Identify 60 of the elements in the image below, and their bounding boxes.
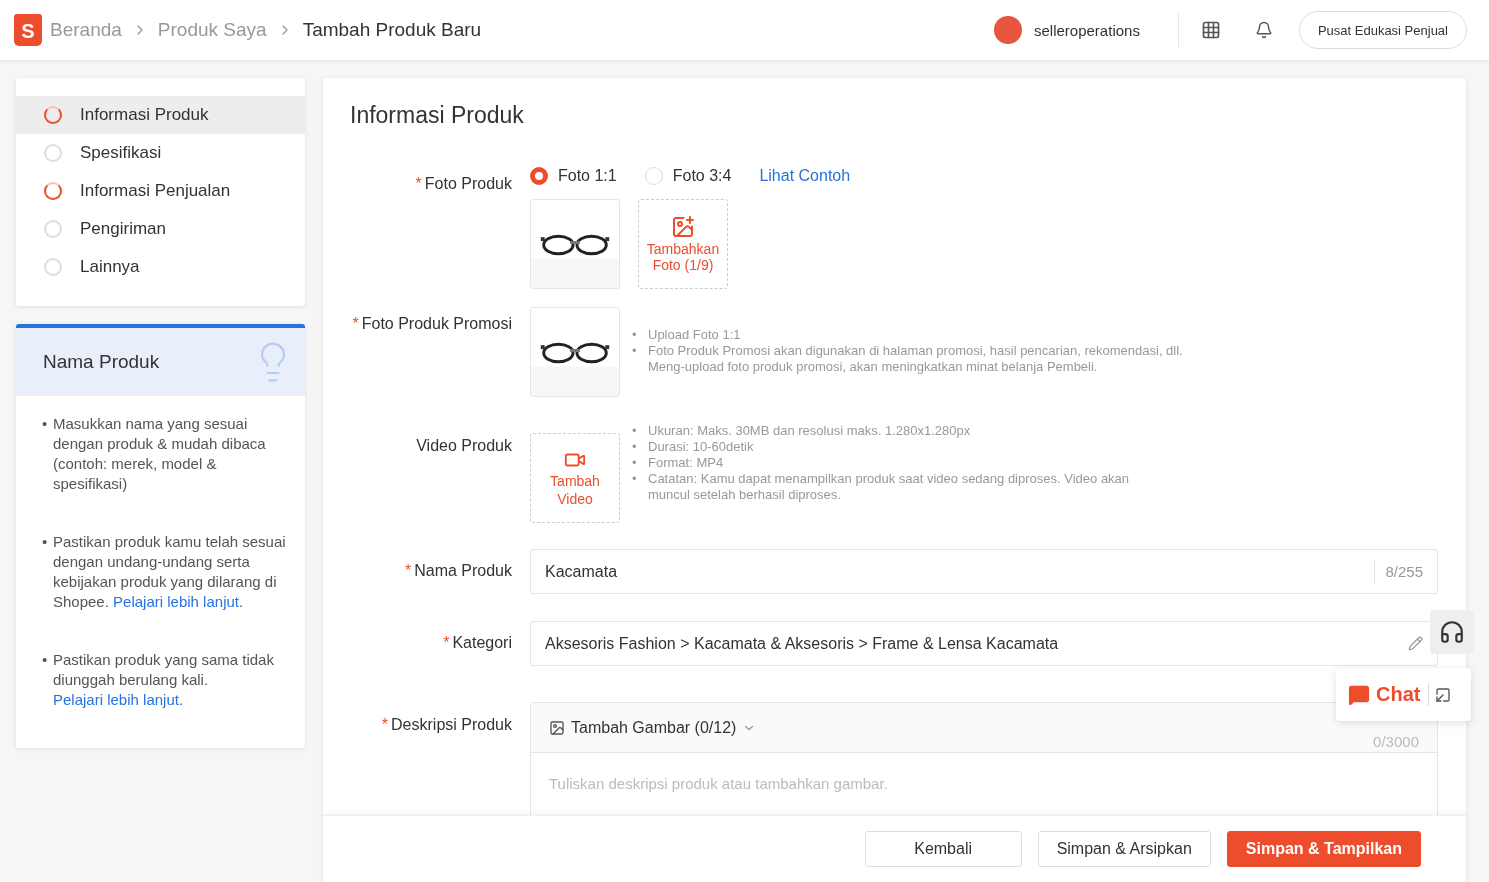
step-item[interactable]: Informasi Produk	[16, 96, 305, 134]
required-mark: *	[404, 562, 412, 579]
promo-photo-notes: • Upload Foto 1:1 • Foto Produk Promosi akan digunakan di halaman promosi, hasil pencarian, rekomendasi, dll. Meng-upload foto produk promosi, akan meningkatkan minat belanja Pembeli.	[631, 327, 1184, 376]
field-label: * Deskripsi Produk	[380, 715, 512, 735]
expand-icon[interactable]	[1435, 686, 1452, 703]
headset-icon	[1439, 619, 1465, 645]
example-link[interactable]: Lihat Contoh	[759, 167, 851, 185]
chat-bubble-icon	[1348, 683, 1370, 706]
image-plus-icon	[671, 215, 695, 239]
shop-logo[interactable]: S	[14, 14, 42, 46]
required-mark: *	[415, 175, 422, 192]
step-item[interactable]: Lainnya	[16, 248, 305, 286]
field-label: * Nama Produk	[403, 561, 512, 581]
field-label: * Kategori	[442, 633, 512, 653]
learn-more-link[interactable]: Pelajari lebih lanjut	[113, 593, 239, 610]
product-name-field[interactable]: Kacamata 8/255	[530, 549, 1438, 594]
step-label: Informasi Penjualan	[80, 181, 231, 201]
avatar[interactable]	[994, 16, 1022, 44]
field-label: Video Produk	[415, 436, 512, 456]
add-video-button[interactable]: Tambah Video	[530, 433, 620, 523]
support-button[interactable]	[1430, 610, 1474, 654]
video-notes: • Ukuran: Maks. 30MB dan resolusi maks. 1.280x1.280px • Durasi: 10-60detik • Format: MP4 • Catatan: Kamu dapat menampilkan produk saat video sedang diproses. Video akan muncul setelah berhasil diproses.	[631, 423, 1131, 504]
step-label: Pengiriman	[80, 219, 166, 239]
character-counter: 0/3000	[1373, 733, 1419, 750]
section-title: Informasi Produk	[350, 102, 525, 129]
description-editor[interactable]: Tambah Gambar (0/12) 0/3000 Tuliskan deskripsi produk atau tambahkan gambar.	[530, 702, 1438, 815]
username[interactable]: selleroperations	[1034, 21, 1140, 39]
footer-button[interactable]: Simpan & Arsipkan	[1037, 831, 1211, 867]
step-item[interactable]: Informasi Penjualan	[16, 172, 305, 210]
image-icon	[549, 719, 565, 736]
add-image-button[interactable]: Tambah Gambar (0/12)	[549, 718, 757, 737]
tip-text: • Pastikan produk yang sama tidak diunggah berulang kali. Pelajari lebih lanjut.	[41, 650, 275, 710]
step-item[interactable]: Spesifikasi	[16, 134, 305, 172]
edit-icon[interactable]	[1408, 636, 1423, 651]
learn-more-link[interactable]: Pelajari lebih lanjut	[53, 691, 179, 708]
ratio-radio[interactable]: Foto 1:1	[530, 167, 617, 185]
tips-title: Nama Produk	[43, 351, 160, 373]
apps-grid-icon[interactable]	[1200, 20, 1221, 40]
required-mark: *	[352, 315, 359, 332]
tip-text: • Pastikan produk kamu telah sesuai dengan undang-undang serta kebijakan produk yang dilarang di Shopee. Pelajari lebih lanjut.	[41, 532, 287, 612]
education-center-button[interactable]: Pusat Edukasi Penjual	[1298, 11, 1467, 49]
step-label: Informasi Produk	[80, 105, 209, 125]
step-item[interactable]: Pengiriman	[16, 210, 305, 248]
radio-icon[interactable]	[530, 167, 548, 185]
character-counter: 8/255	[1374, 558, 1423, 585]
chat-button[interactable]: Chat	[1348, 683, 1430, 706]
category-field[interactable]: Aksesoris Fashion > Kacamata & Aksesoris > Frame & Lensa Kacamata	[530, 621, 1438, 666]
description-placeholder: Tuliskan deskripsi produk atau tambahkan gambar.	[548, 774, 889, 794]
required-mark: *	[381, 716, 389, 733]
ratio-radio[interactable]: Foto 3:4	[644, 167, 732, 185]
step-label: Lainnya	[80, 257, 140, 277]
required-mark: *	[443, 634, 450, 651]
footer-button[interactable]: Kembali	[864, 831, 1022, 867]
add-photo-button[interactable]: Tambahkan Foto (1/9)	[638, 199, 728, 289]
notification-bell-icon[interactable]	[1254, 21, 1273, 39]
field-label: * Foto Produk	[414, 174, 512, 194]
tip-text: • Masukkan nama yang sesuai dengan produk & mudah dibaca (contoh: merek, model & spesifikasi)	[41, 414, 267, 494]
field-label: * Foto Produk Promosi	[351, 314, 512, 334]
step-label: Spesifikasi	[80, 143, 162, 163]
footer-button[interactable]: Simpan & Tampilkan	[1226, 831, 1421, 867]
